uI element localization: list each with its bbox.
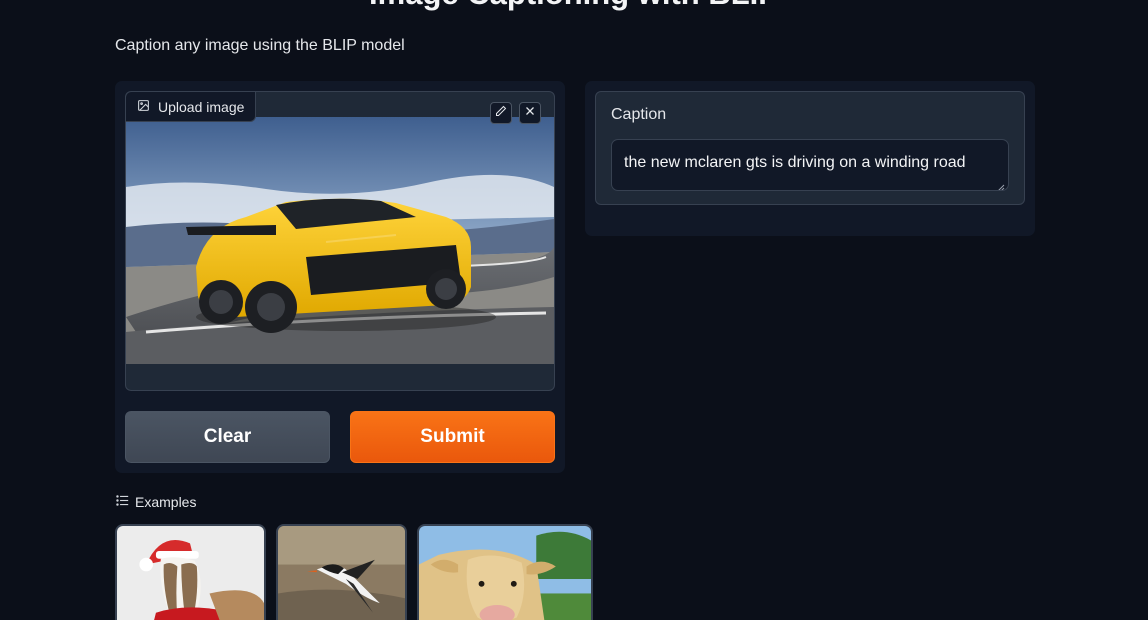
remove-image-button[interactable] [519,102,541,124]
caption-block: Caption the new mclaren gts is driving o… [595,91,1025,205]
uploaded-image [126,117,554,364]
upload-image-label: Upload image [126,92,256,122]
close-icon [524,104,536,122]
page-subtitle: Caption any image using the BLIP model [115,37,405,54]
caption-label: Caption [611,106,667,123]
input-panel: Upload image Clear Submit [115,81,565,473]
image-upload-area[interactable]: Upload image [125,91,555,391]
resize-grip-icon[interactable] [997,179,1005,190]
page-title: Image Captioning with BLIP [0,0,1148,10]
example-cow[interactable] [417,524,593,620]
example-dog[interactable] [115,524,266,620]
caption-textbox[interactable]: the new mclaren gts is driving on a wind… [611,139,1009,191]
examples-header: Examples [116,494,196,510]
clear-button[interactable]: Clear [125,411,330,463]
example-bird[interactable] [276,524,407,620]
examples-label: Examples [135,494,197,510]
app-page: Image Captioning with BLIP Caption any i… [0,0,1148,620]
edit-image-button[interactable] [490,102,512,124]
output-panel: Caption the new mclaren gts is driving o… [585,81,1035,236]
caption-value: the new mclaren gts is driving on a wind… [624,154,966,171]
pencil-icon [495,104,507,122]
list-icon [116,494,129,510]
submit-button[interactable]: Submit [350,411,555,463]
upload-image-text: Upload image [158,98,245,115]
image-icon [137,99,150,115]
